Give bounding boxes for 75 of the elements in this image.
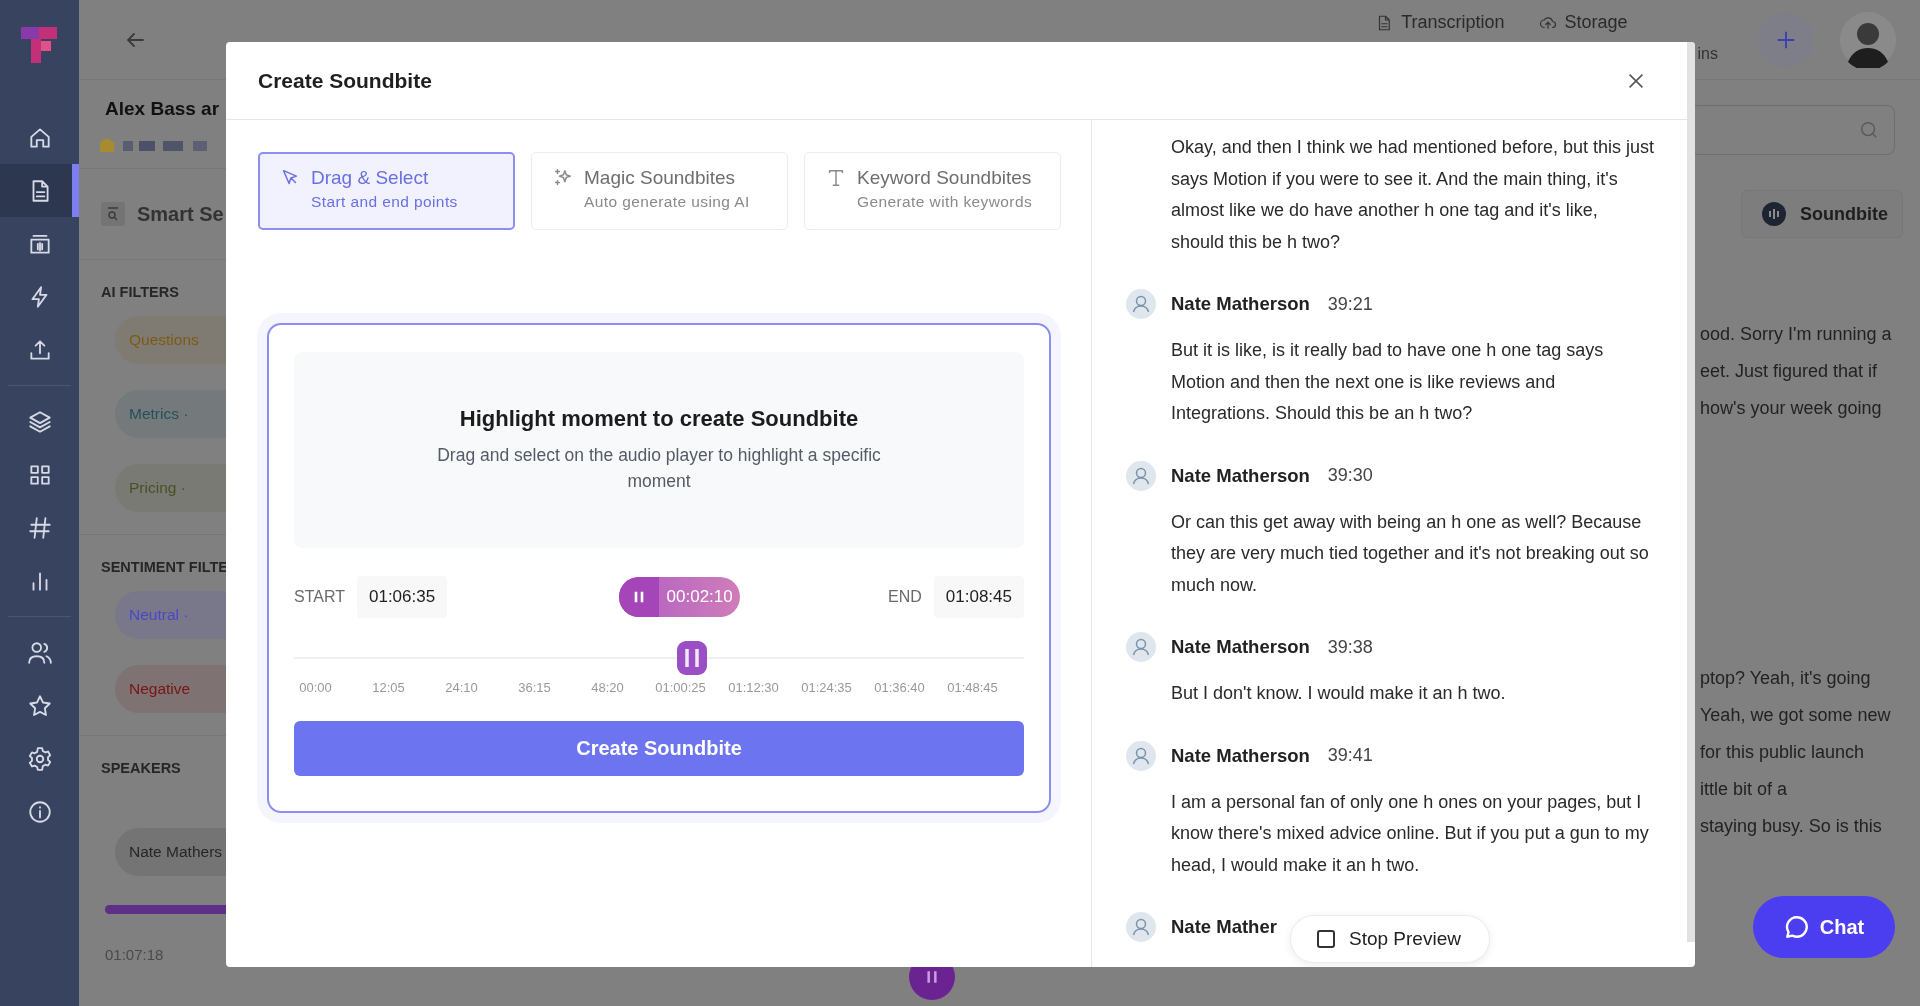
info-icon: [26, 798, 53, 825]
transcript-line: ood. Sorry I'm running a: [1700, 323, 1893, 346]
user-avatar-icon: [1126, 460, 1156, 491]
timeline-tick: 01:00:25: [654, 680, 707, 695]
avatar-icon[interactable]: [1840, 11, 1896, 68]
transcript-line: Yeah, we got some new: [1700, 704, 1892, 727]
user-avatar-icon: [1126, 632, 1156, 662]
start-label: START: [294, 588, 345, 606]
transcript-text: Okay, and then I think we had mentioned before, but this just says Motion if you were to see it. And the main thing, it's almost like we do have another h one tag and it's like, should this be h two?: [1170, 136, 1655, 254]
timeline-tick: 01:24:35: [800, 680, 853, 695]
smart-search-label: Smart Se: [137, 202, 224, 226]
users-icon: [26, 639, 53, 666]
speaker-name: Nate Matherson: [1171, 744, 1310, 767]
transcript-text: I am a personal fan of only one h ones on your pages, but I know there's mixed advice online. But if you put a gun to my head, I would make it an h two.: [1170, 790, 1650, 877]
timestamp[interactable]: 39:21: [1327, 293, 1373, 315]
search-list-icon: [101, 202, 125, 226]
timestamp[interactable]: 39:41: [1327, 745, 1373, 766]
timeline-tick: 01:48:45: [946, 680, 999, 695]
user-avatar-icon: [1126, 912, 1156, 942]
timestamp[interactable]: 39:38: [1327, 636, 1373, 658]
timeline-handle[interactable]: [677, 641, 707, 675]
transcript-text: Or can this get away with being an h one as well? Because they are very much tied together and it's not breaking out so much now.: [1170, 510, 1650, 597]
sidebar-item[interactable]: [0, 164, 79, 217]
timestamp[interactable]: 39:30: [1327, 465, 1373, 486]
create-soundbite-button[interactable]: Create Soundbite: [294, 721, 1024, 776]
speaker-name: Nate Matherson: [1171, 636, 1310, 658]
transcript-line: ptop? Yeah, it's going: [1700, 667, 1872, 690]
transcript-text: But I don't know. I would make it an h two.: [1170, 682, 1507, 705]
stop-preview-button[interactable]: Stop Preview: [1290, 915, 1490, 963]
mode-tab[interactable]: Magic Soundbites Auto generate using AI: [531, 152, 788, 230]
section-heading: SPEAKERS: [101, 760, 182, 776]
timeline-tick: 01:12:30: [727, 680, 780, 695]
prompt-title: Highlight moment to create Soundbite: [459, 406, 859, 432]
section-heading: SENTIMENT FILTE: [101, 559, 229, 575]
nav-link[interactable]: Transcription: [1375, 12, 1505, 33]
end-label: END: [888, 588, 922, 606]
logo-icon: [19, 25, 59, 65]
chat-button[interactable]: Chat: [1753, 896, 1895, 958]
timeline-tick: 01:36:40: [873, 680, 926, 695]
settings-icon: [26, 745, 53, 772]
prompt-text: Drag and select on the audio player to highlight a specific moment: [436, 444, 882, 493]
star-icon: [26, 692, 53, 719]
timeline-tick: 36:15: [517, 680, 552, 695]
section-heading: AI FILTERS: [101, 284, 180, 300]
speaker-name: Nate Mather: [1171, 916, 1277, 938]
page-title: Alex Bass ar: [105, 98, 221, 121]
soundbite-icon: [1762, 202, 1786, 226]
start-time-field[interactable]: 01:06:35: [356, 576, 448, 618]
transcript-line: ittle bit of a: [1700, 778, 1789, 801]
transcript-line: for this public launch: [1700, 741, 1866, 764]
speaker-name: Nate Matherson: [1171, 293, 1310, 315]
nav-label: ins: [1697, 45, 1718, 63]
checkbox[interactable]: [1317, 930, 1335, 948]
user-avatar-icon: [1126, 740, 1156, 771]
transcript-line: eet. Just figured that if: [1700, 360, 1879, 383]
timeline-tick: 48:20: [590, 680, 625, 695]
chat-bubble-icon: [1783, 914, 1810, 940]
soundbite-button[interactable]: Soundbite: [1741, 190, 1903, 238]
transcript-text: But it is like, is it really bad to have one h one tag says Motion and then the next one is like reviews and Integrations. Should this be an h two?: [1170, 339, 1605, 425]
transcript-line: how's your week going: [1700, 397, 1883, 420]
mode-tab[interactable]: Keyword Soundbites Generate with keywords: [804, 152, 1061, 230]
end-time-field[interactable]: 01:08:45: [933, 576, 1024, 618]
dialog-title: Create Soundbite: [258, 68, 432, 93]
transcript-line: staying busy. So is this: [1700, 815, 1883, 838]
timeline-tick: 24:10: [444, 680, 479, 695]
scrollbar[interactable]: [1687, 42, 1695, 942]
nav-link[interactable]: Storage: [1538, 12, 1628, 33]
search-icon: [1858, 119, 1880, 141]
timeline-tick: 00:00: [298, 680, 333, 695]
timeline-tick: 12:05: [371, 680, 406, 695]
layers-icon: [26, 408, 53, 435]
speaker-name: Nate Matherson: [1171, 464, 1310, 487]
user-avatar-icon: [1126, 289, 1156, 319]
hash-icon: [26, 514, 53, 541]
mode-tab[interactable]: Drag & Select Start and end points: [258, 152, 515, 230]
